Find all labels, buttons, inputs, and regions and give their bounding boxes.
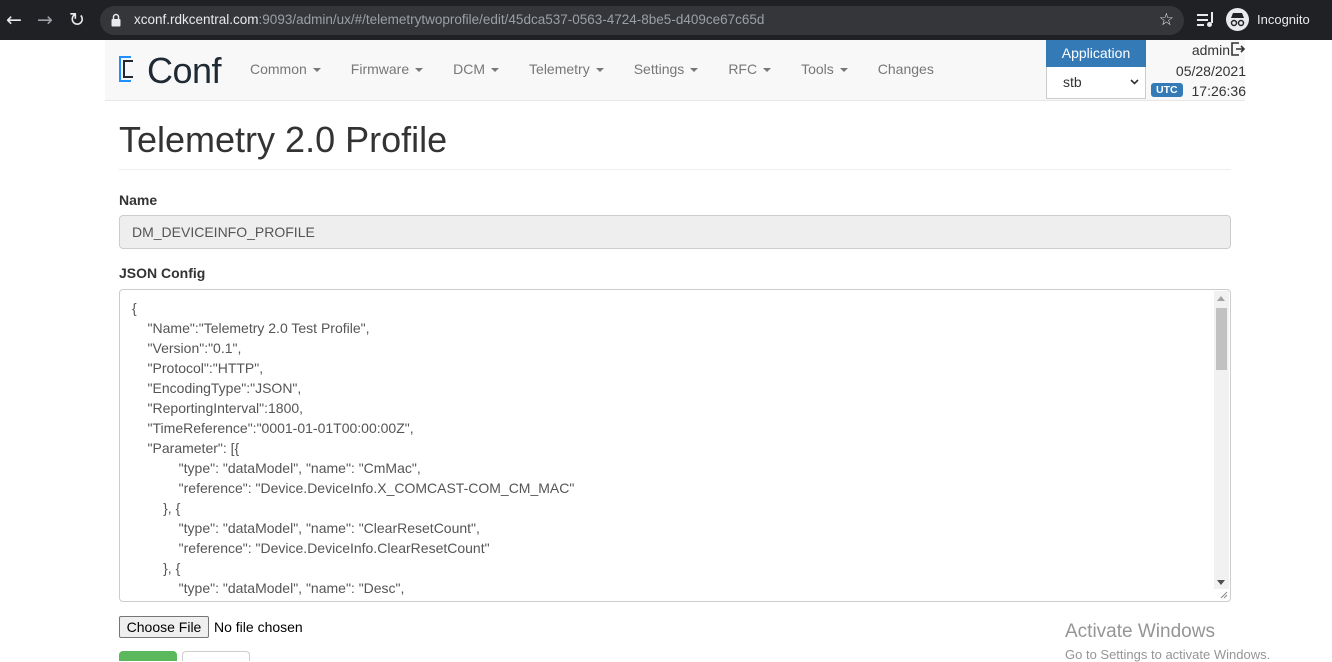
caret-down-icon: [690, 68, 699, 73]
page-title: Telemetry 2.0 Profile: [119, 119, 448, 160]
caret-down-icon: [491, 68, 500, 73]
nav-item-label: Changes: [877, 61, 934, 77]
nav-item-label: Common: [250, 61, 307, 77]
json-line: "Parameter": [{: [132, 440, 240, 456]
file-status: No file chosen: [214, 619, 303, 635]
url-text: xconf.rdkcentral.com:9093/admin/ux/#/tel…: [134, 12, 764, 27]
chevron-down-icon: [1130, 79, 1139, 85]
save-button[interactable]: [119, 651, 177, 661]
application-header: Application: [1046, 40, 1146, 67]
json-line: {: [132, 300, 137, 316]
reading-list-icon[interactable]: [1197, 12, 1215, 28]
logo-text: Conf: [147, 50, 222, 91]
nav-item-common[interactable]: Common: [250, 61, 321, 77]
json-scrollbar[interactable]: [1214, 291, 1229, 589]
json-config-textarea[interactable]: { "Name":"Telemetry 2.0 Test Profile", "…: [119, 289, 1231, 602]
nav-item-label: Firmware: [350, 61, 410, 77]
forward-arrow-icon[interactable]: →: [35, 10, 55, 30]
application-selector: Application stb: [1046, 40, 1146, 100]
scroll-up-arrow-icon[interactable]: [1217, 296, 1225, 301]
app-navbar: Conf Common Firmware DCM Telemetry Settings R…: [105, 40, 1246, 101]
json-line: }, {: [132, 560, 181, 576]
address-bar[interactable]: xconf.rdkcentral.com:9093/admin/ux/#/tel…: [100, 6, 1184, 35]
nav-item-tools[interactable]: Tools: [801, 61, 848, 77]
caret-down-icon: [415, 68, 424, 73]
username: admin: [1191, 42, 1230, 58]
application-select[interactable]: stb: [1046, 67, 1146, 99]
json-config-content: { "Name":"Telemetry 2.0 Test Profile", "…: [132, 298, 575, 601]
logo-mark-icon: [119, 56, 133, 82]
json-line: "Version":"0.1",: [132, 340, 242, 356]
star-icon[interactable]: ☆: [1159, 10, 1174, 30]
nav-item-dcm[interactable]: DCM: [453, 61, 500, 77]
json-line: "reference": "Device.DeviceInfo.ClearRes…: [132, 540, 490, 556]
nav-item-firmware[interactable]: Firmware: [350, 61, 424, 77]
current-date: 05/28/2021: [1175, 63, 1246, 79]
incognito-icon: [1226, 8, 1249, 31]
nav-item-telemetry[interactable]: Telemetry: [529, 61, 604, 77]
nav-item-changes[interactable]: Changes: [878, 61, 934, 77]
json-config-label: JSON Config: [119, 265, 206, 281]
url-path: :9093/admin/ux/#/telemetrytwoprofile/edi…: [258, 12, 765, 27]
json-line: "TimeReference":"0001-01-01T00:00:00Z",: [132, 420, 414, 436]
nav-item-label: RFC: [728, 61, 758, 77]
logout-icon[interactable]: [1230, 41, 1246, 57]
lock-icon: [111, 13, 121, 27]
nav-item-label: Settings: [633, 61, 685, 77]
incognito-indicator[interactable]: Incognito: [1226, 8, 1318, 32]
browser-toolbar: ← → ↻ xconf.rdkcentral.com:9093/admin/ux…: [0, 0, 1332, 40]
name-label: Name: [119, 192, 158, 208]
main-menu: Common Firmware DCM Telemetry Settings RFC Too…: [250, 61, 964, 77]
cancel-button[interactable]: [182, 651, 250, 661]
caret-down-icon: [839, 68, 848, 73]
nav-item-label: Tools: [801, 61, 834, 77]
caret-down-icon: [763, 68, 772, 73]
nav-item-label: DCM: [453, 61, 486, 77]
nav-item-rfc[interactable]: RFC: [728, 61, 772, 77]
application-selected-value: stb: [1063, 74, 1082, 90]
current-time: 17:26:36: [1191, 83, 1247, 99]
scroll-thumb[interactable]: [1216, 308, 1227, 370]
json-line: "reference": "Device.DeviceInfo.X_COMCAS…: [132, 480, 575, 496]
json-line: "Protocol":"HTTP",: [132, 360, 264, 376]
caret-down-icon: [312, 68, 321, 73]
timezone-badge: UTC: [1151, 83, 1183, 97]
reload-icon[interactable]: ↻: [67, 10, 87, 30]
incognito-label: Incognito: [1257, 12, 1310, 27]
json-line: "ReportingInterval":1800,: [132, 400, 304, 416]
url-host: xconf.rdkcentral.com: [134, 12, 259, 27]
scroll-down-arrow-icon[interactable]: [1217, 580, 1225, 585]
json-line: "EncodingType":"JSON",: [132, 380, 302, 396]
json-line: "type": "dataModel", "name": "Desc",: [132, 580, 405, 596]
nav-item-settings[interactable]: Settings: [634, 61, 699, 77]
watermark-title: Activate Windows: [1065, 621, 1215, 642]
nav-item-label: Telemetry: [529, 61, 590, 77]
caret-down-icon: [595, 68, 604, 73]
choose-file-button[interactable]: Choose File: [119, 616, 209, 638]
resize-handle-icon[interactable]: [1218, 589, 1228, 599]
back-arrow-icon[interactable]: ←: [4, 10, 24, 30]
name-field[interactable]: DM_DEVICEINFO_PROFILE: [119, 215, 1231, 249]
json-line: }, {: [132, 500, 181, 516]
json-line: "type": "dataModel", "name": "ClearReset…: [132, 520, 480, 536]
json-line: "reference": "Device.DeviceInfo.Descript…: [132, 598, 574, 601]
json-line: "type": "dataModel", "name": "CmMac",: [132, 460, 421, 476]
json-line: "Name":"Telemetry 2.0 Test Profile",: [132, 320, 370, 336]
title-divider: [119, 169, 1231, 170]
watermark-subtitle: Go to Settings to activate Windows.: [1065, 647, 1271, 662]
user-info: admin 05/28/2021 UTC 17:26:36: [1150, 40, 1246, 100]
